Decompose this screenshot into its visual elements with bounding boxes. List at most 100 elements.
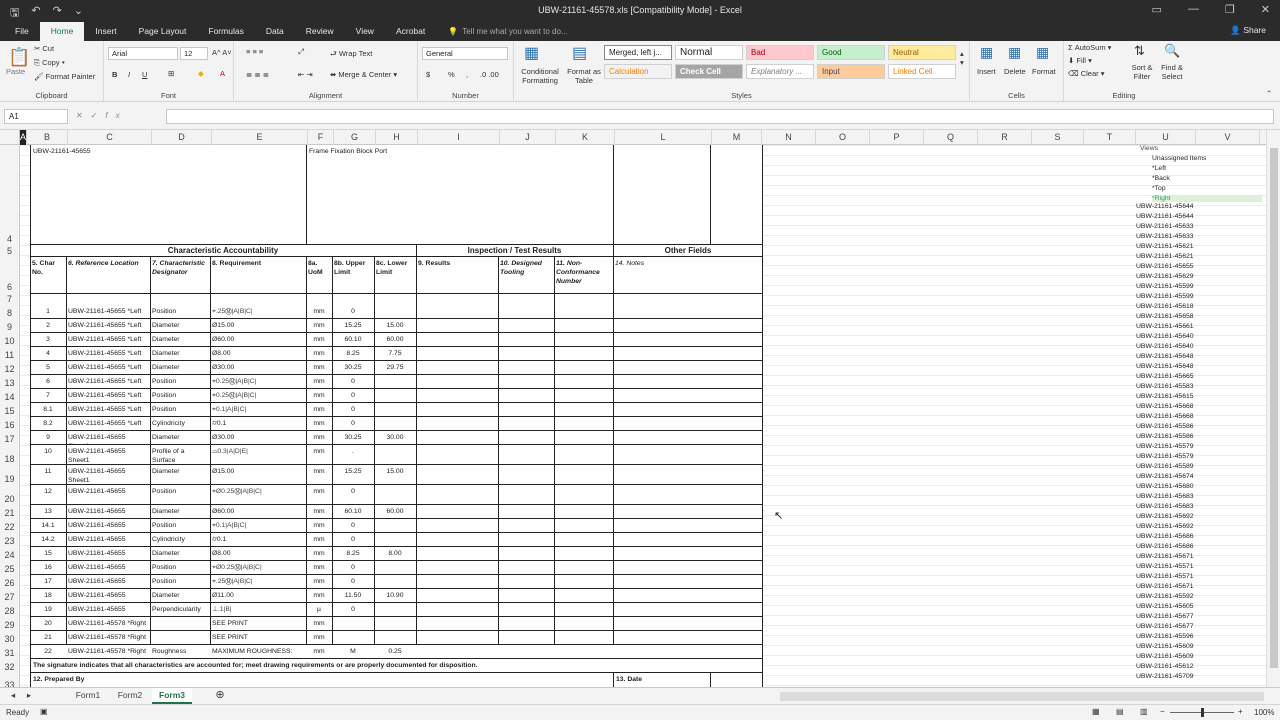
- tree-sheet-item[interactable]: UBW-21161-45640: [1136, 343, 1194, 350]
- currency-button[interactable]: $: [426, 70, 430, 79]
- paste-button[interactable]: Paste: [6, 67, 25, 76]
- cell-style-linked-cell[interactable]: Linked Cell: [888, 64, 956, 79]
- row-header-5[interactable]: 5: [0, 246, 19, 256]
- column-header-m[interactable]: M: [712, 130, 762, 145]
- table-icon[interactable]: ▤: [572, 43, 587, 63]
- column-header-q[interactable]: Q: [924, 130, 978, 145]
- tree-sheet-item[interactable]: UBW-21161-45655: [1136, 263, 1194, 270]
- tree-sheet-item[interactable]: UBW-21161-45644: [1136, 213, 1194, 220]
- tree-sheet-item[interactable]: UBW-21161-45583: [1136, 383, 1194, 390]
- zoom-out-icon[interactable]: −: [1160, 707, 1165, 716]
- tree-sheet-item[interactable]: UBW-21161-45633: [1136, 223, 1194, 230]
- autosum-button[interactable]: Σ AutoSum ▾: [1068, 43, 1111, 52]
- tab-file[interactable]: File: [4, 22, 40, 41]
- tree-sheet-item[interactable]: UBW-21161-45709: [1136, 673, 1194, 680]
- tree-sheet-item[interactable]: UBW-21161-45571: [1136, 573, 1194, 580]
- tree-sheet-item[interactable]: UBW-21161-45644: [1136, 203, 1194, 210]
- underline-button[interactable]: U: [142, 70, 147, 79]
- column-header-b[interactable]: B: [27, 130, 68, 145]
- sort-filter-button[interactable]: Sort & Filter: [1128, 63, 1156, 81]
- font-color-icon[interactable]: A: [220, 69, 225, 78]
- row-header-6[interactable]: 6: [0, 282, 19, 292]
- tree-sheet-item[interactable]: UBW-21161-45629: [1136, 273, 1194, 280]
- row-header-15[interactable]: 15: [0, 406, 19, 416]
- tab-home[interactable]: Home: [39, 22, 85, 41]
- tree-sheet-item[interactable]: UBW-21161-45571: [1136, 563, 1194, 570]
- tree-sheet-item[interactable]: UBW-21161-45648: [1136, 363, 1194, 370]
- gallery-more-icon[interactable]: ▴ ▾: [960, 49, 964, 67]
- tab-insert[interactable]: Insert: [84, 22, 127, 41]
- tree-sheet-item[interactable]: UBW-21161-45692: [1136, 513, 1194, 520]
- fx-icon[interactable]: fx: [105, 111, 127, 120]
- tree-sheet-item[interactable]: UBW-21161-45633: [1136, 233, 1194, 240]
- row-header-14[interactable]: 14: [0, 392, 19, 402]
- restore-icon[interactable]: ❐: [1225, 3, 1235, 16]
- zoom-slider-thumb[interactable]: [1201, 708, 1204, 717]
- normal-view-icon[interactable]: ▦: [1092, 707, 1100, 716]
- column-header-v[interactable]: V: [1196, 130, 1260, 145]
- tree-sheet-item[interactable]: UBW-21161-45686: [1136, 543, 1194, 550]
- tree-sheet-item[interactable]: UBW-21161-45671: [1136, 553, 1194, 560]
- horizontal-scrollbar[interactable]: [780, 692, 1264, 701]
- font-size-select[interactable]: 12: [180, 47, 208, 60]
- insert-button[interactable]: Insert: [977, 67, 996, 76]
- sheet-tab-form2[interactable]: Form2: [110, 688, 150, 704]
- tree-view-item[interactable]: *Right: [1152, 195, 1262, 202]
- column-header-u[interactable]: U: [1136, 130, 1196, 145]
- cell-style-bad[interactable]: Bad: [746, 45, 814, 60]
- page-break-view-icon[interactable]: ▥: [1140, 707, 1148, 716]
- tree-sheet-item[interactable]: UBW-21161-45618: [1136, 303, 1194, 310]
- conditional-format-icon[interactable]: ▦: [524, 43, 539, 63]
- zoom-in-icon[interactable]: +: [1238, 707, 1243, 716]
- tree-sheet-item[interactable]: UBW-21161-45579: [1136, 443, 1194, 450]
- clear-button[interactable]: ⌫ Clear ▾: [1068, 69, 1105, 78]
- collapse-ribbon-icon[interactable]: ⌃: [1266, 89, 1272, 98]
- zoom-level[interactable]: 100%: [1254, 708, 1274, 717]
- merge-center-button[interactable]: ⬌ Merge & Center ▾: [330, 70, 397, 79]
- row-header-30[interactable]: 30: [0, 634, 19, 644]
- tab-data[interactable]: Data: [255, 22, 295, 41]
- row-header-29[interactable]: 29: [0, 620, 19, 630]
- tree-sheet-item[interactable]: UBW-21161-45683: [1136, 493, 1194, 500]
- formula-input[interactable]: [166, 109, 1274, 124]
- tree-sheet-item[interactable]: UBW-21161-45683: [1136, 503, 1194, 510]
- column-header-n[interactable]: N: [762, 130, 816, 145]
- bold-button[interactable]: B: [112, 70, 117, 79]
- row-header-32[interactable]: 32: [0, 662, 19, 672]
- tree-sheet-item[interactable]: UBW-21161-45579: [1136, 453, 1194, 460]
- align-top-icon[interactable]: ≡ ≡ ≡: [246, 47, 263, 56]
- tree-sheet-item[interactable]: UBW-21161-45609: [1136, 643, 1194, 650]
- tree-sheet-item[interactable]: UBW-21161-45668: [1136, 403, 1194, 410]
- row-header-9[interactable]: 9: [0, 322, 19, 332]
- tree-sheet-item[interactable]: UBW-21161-45692: [1136, 523, 1194, 530]
- row-header-22[interactable]: 22: [0, 522, 19, 532]
- cell-style-calculation[interactable]: Calculation: [604, 64, 672, 79]
- cut-button[interactable]: ✂ Cut: [34, 44, 54, 53]
- row-header-8[interactable]: 8: [0, 308, 19, 318]
- insert-cells-icon[interactable]: ▦: [980, 44, 993, 61]
- delete-cells-icon[interactable]: ▦: [1008, 44, 1021, 61]
- find-select-button[interactable]: Find & Select: [1158, 63, 1186, 81]
- sheet-tab-form1[interactable]: Form1: [68, 688, 108, 704]
- name-box[interactable]: A1: [4, 109, 68, 124]
- tab-formulas[interactable]: Formulas: [197, 22, 254, 41]
- ribbon-display-icon[interactable]: ▭: [1152, 3, 1162, 16]
- tree-sheet-item[interactable]: UBW-21161-45589: [1136, 463, 1194, 470]
- borders-icon[interactable]: ⊞: [168, 69, 174, 78]
- column-header-i[interactable]: I: [418, 130, 500, 145]
- tree-view-item[interactable]: *Left: [1152, 165, 1166, 172]
- row-header-24[interactable]: 24: [0, 550, 19, 560]
- decimal-icon[interactable]: .0 .00: [480, 70, 499, 79]
- percent-button[interactable]: %: [448, 70, 455, 79]
- page-layout-view-icon[interactable]: ▤: [1116, 707, 1124, 716]
- number-format-select[interactable]: General: [422, 47, 508, 60]
- tree-view-item[interactable]: *Back: [1152, 175, 1170, 182]
- row-header-28[interactable]: 28: [0, 606, 19, 616]
- cell-style-normal[interactable]: Normal: [675, 45, 743, 60]
- column-header-j[interactable]: J: [500, 130, 556, 145]
- tree-sheet-item[interactable]: UBW-21161-45658: [1136, 313, 1194, 320]
- column-header-f[interactable]: F: [308, 130, 334, 145]
- tab-acrobat[interactable]: Acrobat: [385, 22, 436, 41]
- tree-sheet-item[interactable]: UBW-21161-45599: [1136, 283, 1194, 290]
- tab-view[interactable]: View: [345, 22, 385, 41]
